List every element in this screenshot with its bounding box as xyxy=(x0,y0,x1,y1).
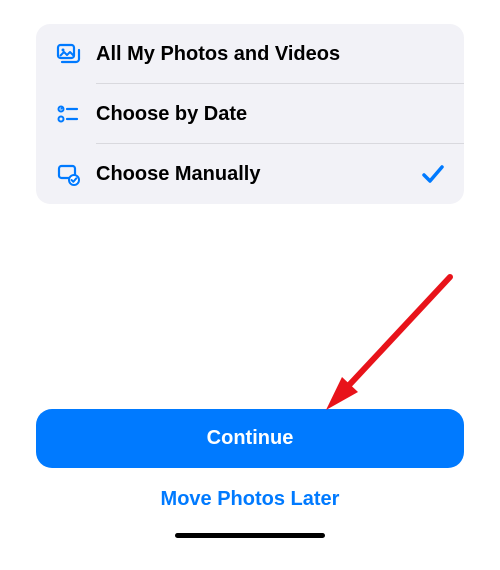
option-all-photos[interactable]: All My Photos and Videos xyxy=(36,24,464,84)
annotation-arrow xyxy=(300,262,470,432)
transfer-options-list: All My Photos and Videos Choose by Date … xyxy=(36,24,464,204)
home-indicator xyxy=(175,533,325,538)
checkmark-icon xyxy=(420,161,446,187)
option-label: All My Photos and Videos xyxy=(96,43,446,66)
list-filter-icon xyxy=(54,100,82,128)
photos-stack-icon xyxy=(54,40,82,68)
option-by-date[interactable]: Choose by Date xyxy=(36,84,464,144)
continue-button[interactable]: Continue xyxy=(36,409,464,468)
device-check-icon xyxy=(54,160,82,188)
option-label: Choose by Date xyxy=(96,103,446,126)
move-later-button[interactable]: Move Photos Later xyxy=(36,468,464,521)
option-manually[interactable]: Choose Manually xyxy=(36,144,464,204)
option-label: Choose Manually xyxy=(96,163,420,186)
